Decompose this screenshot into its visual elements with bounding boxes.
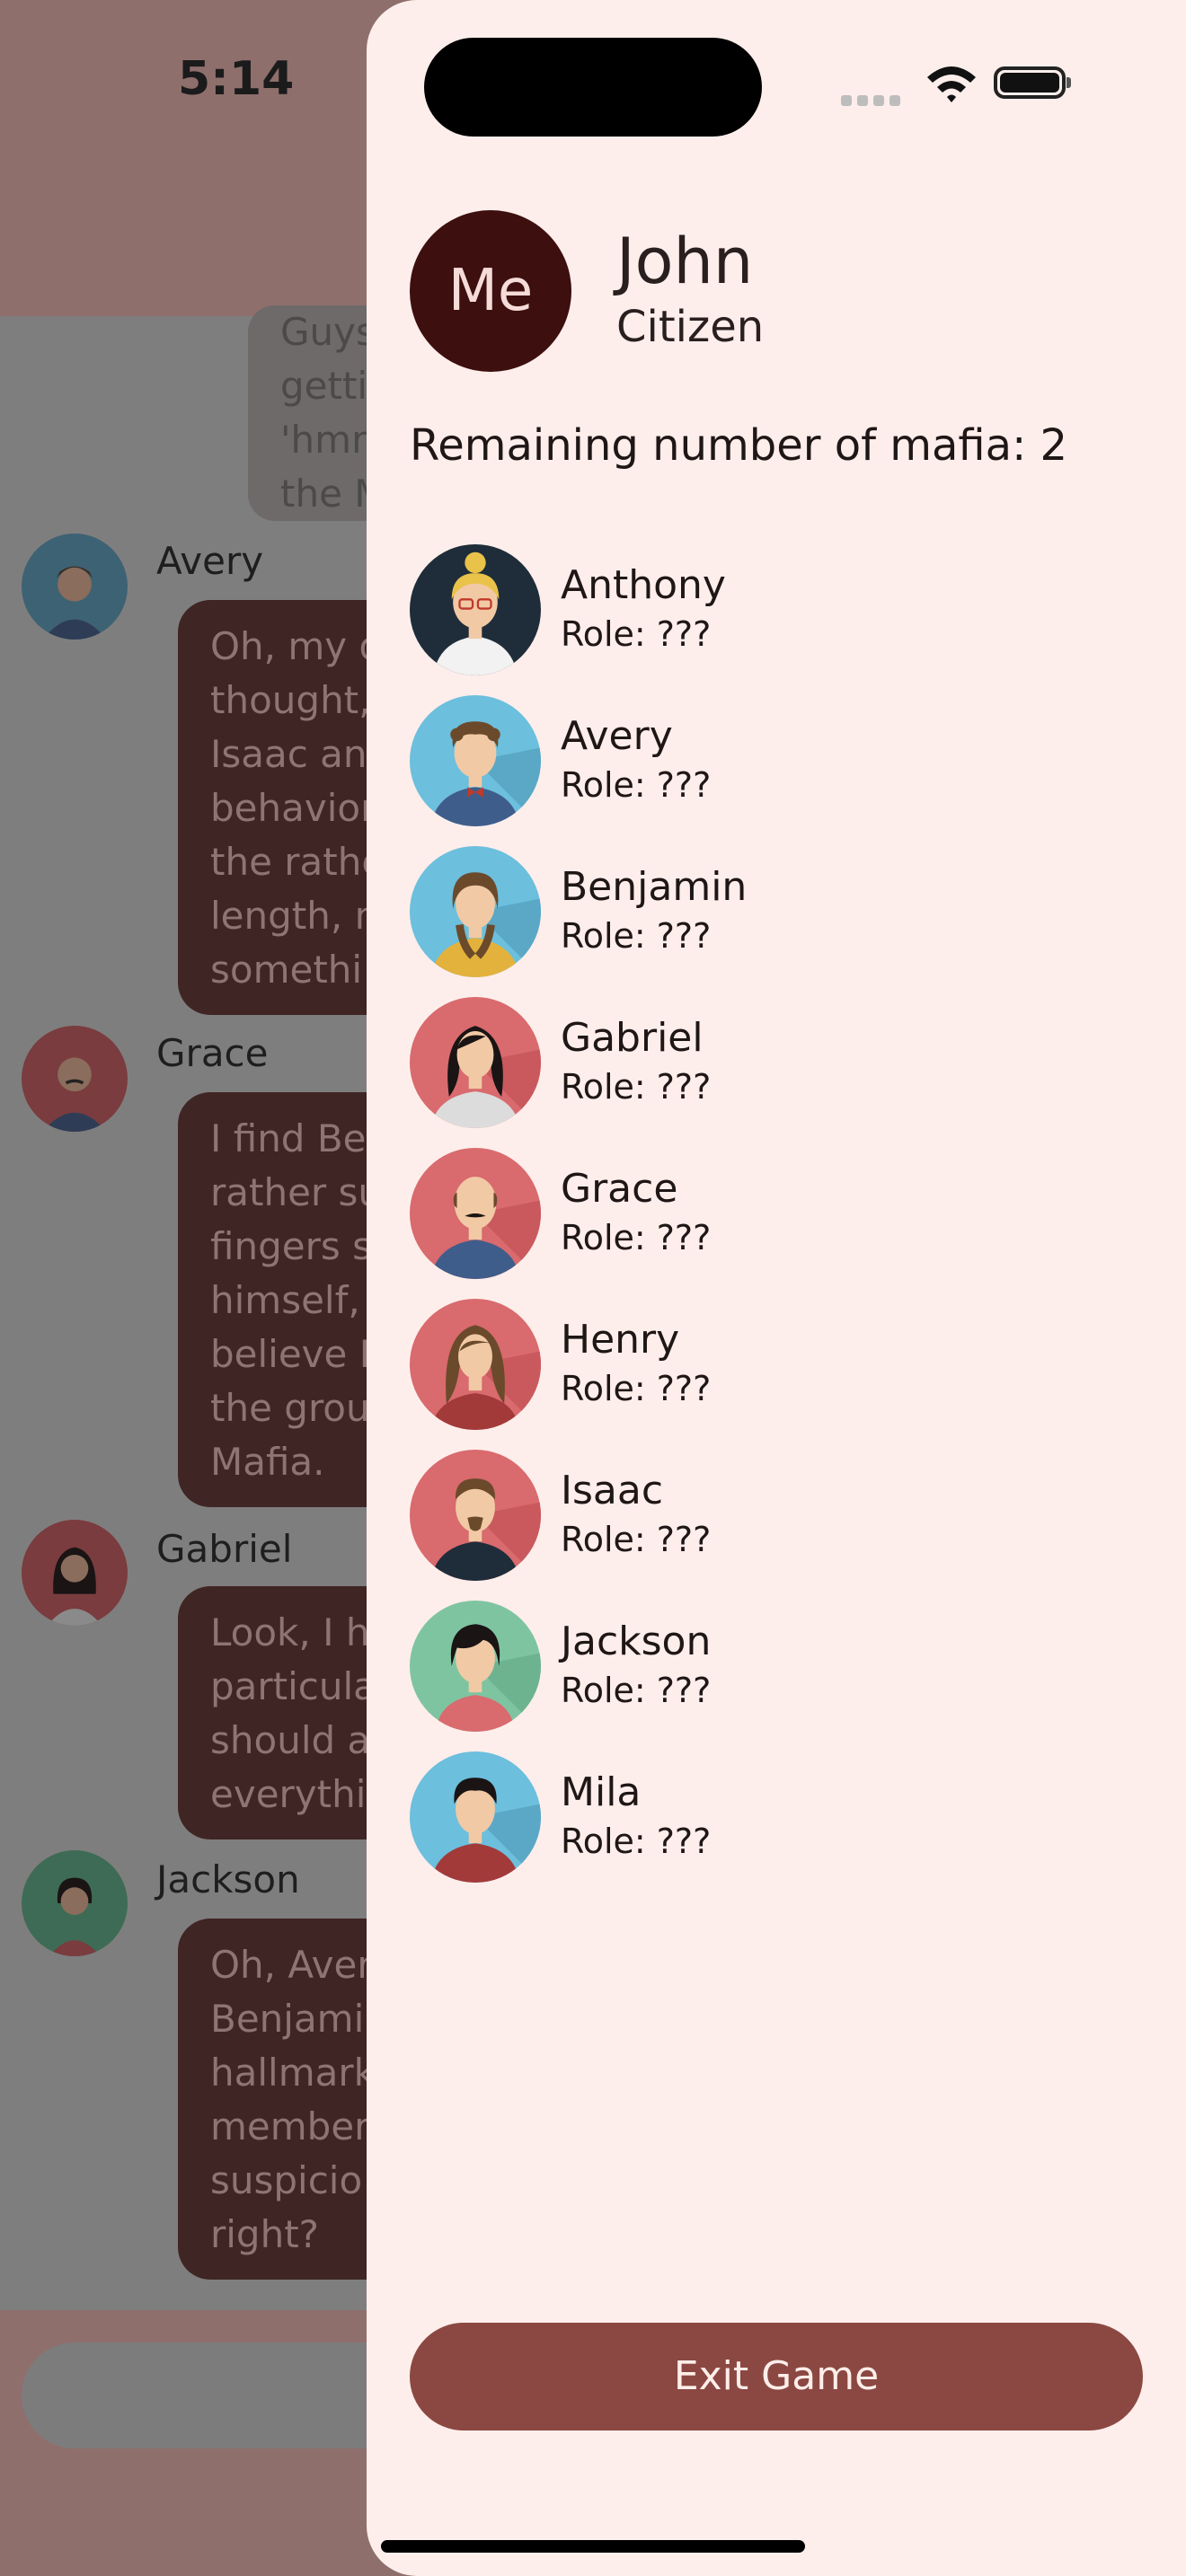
player-role: Role: ??? xyxy=(561,614,712,654)
player-item-grace[interactable]: Grace Role: ??? xyxy=(410,1148,1111,1283)
player-item-isaac[interactable]: Isaac Role: ??? xyxy=(410,1450,1111,1584)
bald-mustache-man-avatar-icon xyxy=(410,1148,541,1279)
bearded-man-avatar-icon xyxy=(410,1450,541,1581)
wavy-hair-woman-avatar-icon xyxy=(410,1299,541,1430)
chat-avatar-grace xyxy=(22,1026,128,1132)
dynamic-island xyxy=(424,38,762,137)
cellular-signal-icon xyxy=(841,93,906,110)
player-role: Role: ??? xyxy=(561,916,712,956)
player-name: Anthony xyxy=(561,562,726,608)
chat-avatar-avery xyxy=(22,534,128,640)
short-hair-woman-avatar-icon xyxy=(410,1601,541,1732)
player-item-anthony[interactable]: Anthony Role: ??? xyxy=(410,544,1111,679)
status-time: 5:14 xyxy=(178,52,295,106)
chat-avatar-gabriel xyxy=(22,1520,128,1626)
chat-avatar-jackson xyxy=(22,1850,128,1956)
player-role: Role: ??? xyxy=(561,1671,712,1710)
player-name: Gabriel xyxy=(561,1015,704,1061)
my-role: Citizen xyxy=(616,302,765,352)
battery-icon xyxy=(994,66,1071,99)
player-name: Avery xyxy=(561,713,673,759)
chat-sender-name: Avery xyxy=(156,539,264,583)
player-role: Role: ??? xyxy=(561,765,712,805)
blonde-woman-glasses-avatar-icon xyxy=(410,544,541,675)
players-drawer xyxy=(367,0,1186,2576)
player-name: Benjamin xyxy=(561,864,748,910)
player-name: Jackson xyxy=(561,1619,712,1664)
my-name: John xyxy=(616,225,754,298)
player-role: Role: ??? xyxy=(561,1520,712,1559)
exit-game-button[interactable]: Exit Game xyxy=(410,2323,1143,2430)
curly-man-bowtie-avatar-icon xyxy=(410,695,541,826)
player-role: Role: ??? xyxy=(561,1822,712,1861)
player-item-benjamin[interactable]: Benjamin Role: ??? xyxy=(410,846,1111,981)
wifi-icon xyxy=(927,66,976,102)
player-name: Grace xyxy=(561,1166,678,1212)
player-item-gabriel[interactable]: Gabriel Role: ??? xyxy=(410,997,1111,1132)
player-role: Role: ??? xyxy=(561,1067,712,1107)
player-name: Henry xyxy=(561,1317,680,1363)
mafia-remaining-count: Remaining number of mafia: 2 xyxy=(410,420,1068,471)
player-role: Role: ??? xyxy=(561,1218,712,1257)
chat-sender-name: Gabriel xyxy=(156,1527,293,1571)
player-name: Isaac xyxy=(561,1468,664,1513)
chat-sender-name: Grace xyxy=(156,1031,269,1075)
braided-woman-avatar-icon xyxy=(410,846,541,977)
status-icons xyxy=(841,63,1084,108)
player-item-henry[interactable]: Henry Role: ??? xyxy=(410,1299,1111,1434)
player-role: Role: ??? xyxy=(561,1369,712,1408)
player-item-mila[interactable]: Mila Role: ??? xyxy=(410,1751,1111,1886)
player-item-avery[interactable]: Avery Role: ??? xyxy=(410,695,1111,830)
long-hair-woman-avatar-icon xyxy=(410,997,541,1128)
dark-hair-man-avatar-icon xyxy=(410,1751,541,1883)
player-name: Mila xyxy=(561,1769,642,1815)
player-item-jackson[interactable]: Jackson Role: ??? xyxy=(410,1601,1111,1735)
chat-sender-name: Jackson xyxy=(156,1857,300,1901)
home-indicator[interactable] xyxy=(381,2540,805,2553)
my-avatar: Me xyxy=(410,210,571,372)
